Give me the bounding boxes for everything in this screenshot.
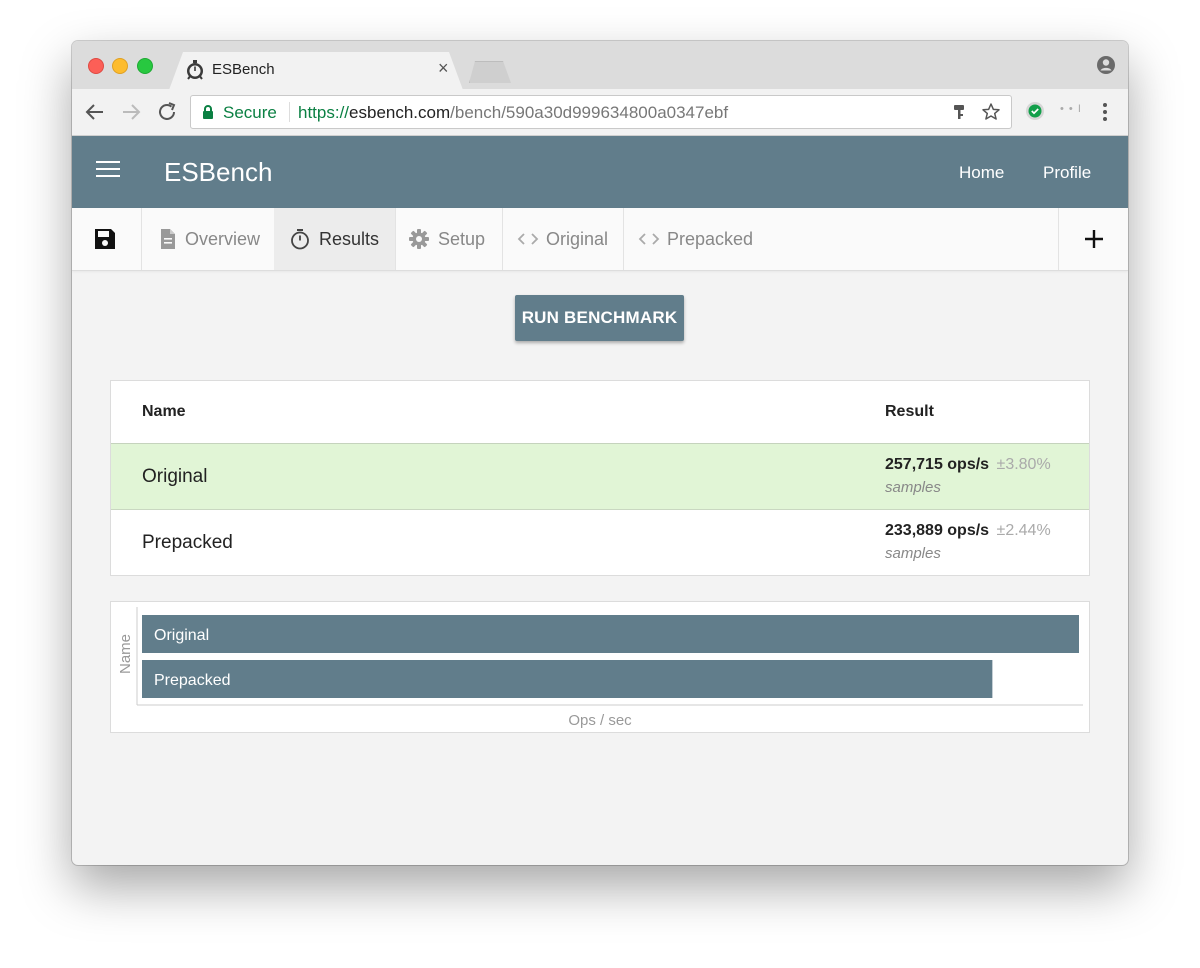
error-margin: ±3.80% <box>996 456 1051 473</box>
back-arrow-icon[interactable] <box>83 100 107 124</box>
url-path: /bench/590a30d999634800a0347ebf <box>450 103 729 122</box>
plus-icon <box>1085 230 1103 248</box>
browser-toolbar: Secure https://esbench.com/bench/590a30d… <box>72 89 1128 136</box>
gear-icon <box>409 229 429 249</box>
nav-link-home[interactable]: Home <box>959 163 1004 183</box>
chart-canvas: Original Prepacked Ops / sec Name <box>117 607 1083 729</box>
table-row: Prepacked 233,889 ops/s ±2.44% samples <box>111 510 1089 575</box>
url-text[interactable]: https://esbench.com/bench/590a30d9996348… <box>298 103 728 123</box>
tab-overview-label: Overview <box>185 229 261 249</box>
row-name: Original <box>142 466 208 487</box>
lock-icon <box>203 105 213 119</box>
row-ops: 233,889 ops/s ±2.44% <box>885 522 1051 540</box>
tab-results-label: Results <box>319 229 380 249</box>
reload-icon[interactable] <box>155 100 179 124</box>
tab-original-label: Original <box>546 229 609 249</box>
tab-original[interactable]: Original <box>502 208 624 270</box>
extension-check-icon[interactable] <box>1025 101 1045 121</box>
samples-link[interactable]: samples <box>885 545 941 562</box>
url-host: esbench.com <box>349 103 451 122</box>
tab-prepacked[interactable]: Prepacked <box>623 208 1059 270</box>
nav-link-profile[interactable]: Profile <box>1043 163 1091 183</box>
save-button[interactable] <box>72 208 142 270</box>
close-tab-icon[interactable]: × <box>438 58 449 79</box>
app-header: ESBench Home Profile <box>72 136 1128 208</box>
hamburger-menu-icon[interactable] <box>96 161 120 179</box>
ops-value: 257,715 ops/s <box>885 456 990 473</box>
code-icon <box>517 233 539 245</box>
stopwatch-icon <box>291 229 309 250</box>
ops-bar-chart: Original Prepacked Ops / sec Name <box>110 601 1090 733</box>
bar-label: Prepacked <box>154 672 231 689</box>
extension-badge[interactable]: • • I <box>1060 103 1082 115</box>
tab-results[interactable]: Results <box>274 208 396 270</box>
x-axis-title: Ops / sec <box>568 712 632 729</box>
browser-tab-strip: ESBench × <box>72 41 1128 90</box>
url-scheme: https:// <box>298 103 350 122</box>
y-axis-title: Name <box>117 634 134 674</box>
stopwatch-favicon-icon <box>187 60 203 80</box>
minimize-window-button[interactable] <box>112 58 128 74</box>
column-header-result: Result <box>885 403 934 420</box>
new-tab-button[interactable] <box>469 61 511 83</box>
browser-menu-icon[interactable] <box>1098 101 1112 123</box>
browser-tab-title: ESBench <box>212 61 275 78</box>
error-margin: ±2.44% <box>996 522 1051 539</box>
profile-icon[interactable] <box>1096 55 1116 75</box>
run-benchmark-button[interactable]: RUN BENCHMARK <box>515 295 684 341</box>
tab-setup[interactable]: Setup <box>395 208 503 270</box>
close-window-button[interactable] <box>88 58 104 74</box>
tab-overview[interactable]: Overview <box>141 208 275 270</box>
ops-value: 233,889 ops/s <box>885 522 990 539</box>
address-bar[interactable]: Secure https://esbench.com/bench/590a30d… <box>190 95 1012 129</box>
bench-tabs-bar: Overview Results Setup Original Prepacke… <box>72 208 1128 271</box>
row-name: Prepacked <box>142 532 233 553</box>
address-divider <box>289 102 290 122</box>
tab-setup-label: Setup <box>438 229 486 249</box>
table-row: Original 257,715 ops/s ±3.80% samples <box>111 444 1089 510</box>
star-icon[interactable] <box>981 102 1001 122</box>
bar-label: Original <box>154 627 209 644</box>
secure-label: Secure <box>223 103 277 122</box>
browser-window: ESBench × Secure https://esbench.com/ben… <box>72 41 1128 865</box>
save-icon <box>95 229 115 249</box>
column-header-name: Name <box>142 403 186 420</box>
chart-bar <box>142 615 1079 653</box>
samples-link[interactable]: samples <box>885 479 941 496</box>
results-table: Name Result Original 257,715 ops/s ±3.80… <box>110 380 1090 576</box>
chart-bar <box>142 660 993 698</box>
key-icon[interactable] <box>949 102 969 122</box>
code-icon <box>638 233 660 245</box>
app-title: ESBench <box>164 157 273 187</box>
tab-prepacked-label: Prepacked <box>667 229 754 249</box>
zoom-window-button[interactable] <box>137 58 153 74</box>
forward-arrow-icon[interactable] <box>119 100 143 124</box>
add-button[interactable] <box>1058 208 1128 270</box>
document-icon <box>161 229 175 249</box>
row-ops: 257,715 ops/s ±3.80% <box>885 456 1051 474</box>
